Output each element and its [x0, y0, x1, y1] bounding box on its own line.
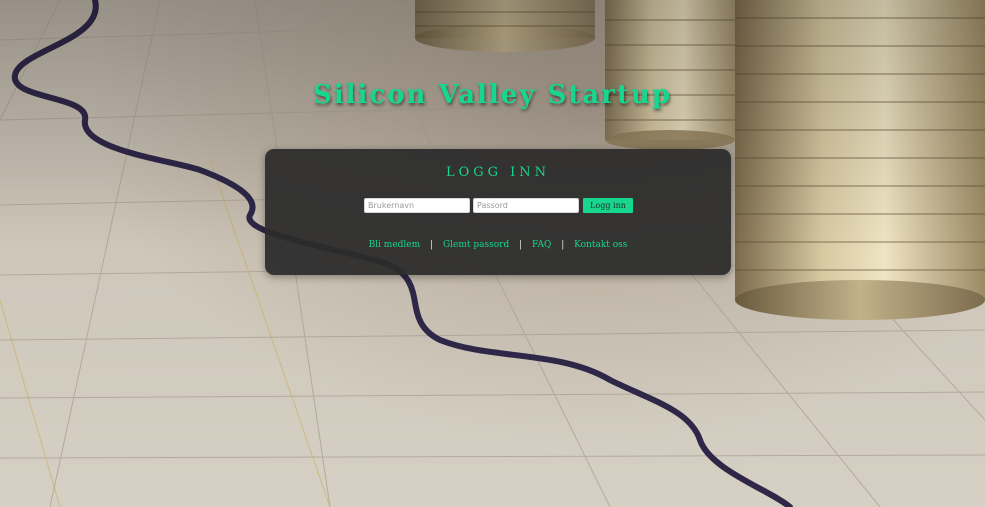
contact-link[interactable]: Kontakt oss [574, 240, 627, 250]
login-form: Logg inn [364, 198, 633, 213]
link-separator: | [561, 240, 565, 250]
forgot-password-link[interactable]: Glemt passord [443, 240, 509, 250]
footer-links: Bli medlem | Glemt passord | FAQ | Konta… [265, 240, 731, 250]
link-separator: | [430, 240, 434, 250]
login-button[interactable]: Logg inn [583, 198, 633, 213]
login-panel: LOGG INN Logg inn Bli medlem | Glemt pas… [265, 149, 731, 275]
link-separator: | [519, 240, 523, 250]
username-input[interactable] [364, 198, 470, 213]
faq-link[interactable]: FAQ [532, 240, 551, 250]
login-heading: LOGG INN [445, 165, 551, 180]
site-title: Silicon Valley Startup [312, 80, 673, 110]
member-link[interactable]: Bli medlem [369, 240, 421, 250]
password-input[interactable] [473, 198, 579, 213]
